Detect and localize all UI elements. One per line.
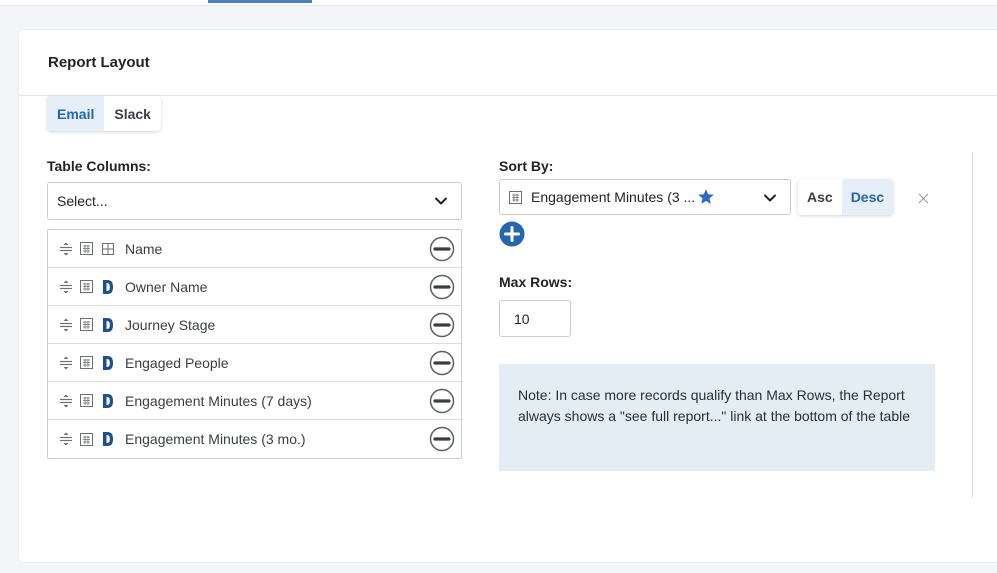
column-label: Engaged People <box>125 354 229 371</box>
remove-circle-icon[interactable] <box>429 350 455 376</box>
max-rows-value: 10 <box>514 310 530 327</box>
select-placeholder: Select... <box>57 193 108 209</box>
chevron-down-icon <box>435 197 447 205</box>
vertical-divider <box>972 152 973 498</box>
column-row-owner-name[interactable]: Owner Name <box>48 268 461 306</box>
sort-by-label: Sort By: <box>499 158 554 174</box>
sort-by-select[interactable]: Engagement Minutes (3 ... <box>499 179 791 215</box>
card-title: Report Layout <box>48 54 150 71</box>
add-sort-button[interactable] <box>499 221 525 247</box>
table-columns-label: Table Columns: <box>47 158 151 174</box>
drag-handle-icon[interactable] <box>59 432 73 446</box>
table-icon <box>509 190 522 204</box>
column-label: Owner Name <box>125 278 208 295</box>
top-tab-strip <box>0 0 997 6</box>
remove-circle-icon[interactable] <box>429 236 455 262</box>
column-row-name[interactable]: Name <box>48 230 461 268</box>
d-logo-icon <box>103 432 113 446</box>
column-label: Engagement Minutes (3 mo.) <box>125 431 306 447</box>
table-columns-select[interactable]: Select... <box>47 182 462 220</box>
slack-option[interactable]: Slack <box>104 96 161 131</box>
chevron-down-icon <box>764 194 776 202</box>
note-text: Note: In case more records qualify than … <box>518 387 911 424</box>
table-icon <box>80 394 93 407</box>
d-logo-icon <box>103 279 113 294</box>
remove-circle-icon[interactable] <box>429 312 455 338</box>
table-icon <box>80 280 93 293</box>
drag-handle-icon[interactable] <box>59 356 73 370</box>
table-icon <box>80 432 93 446</box>
table-columns-list: Name Owner Name Journey Stage Engaged Pe… <box>47 229 462 459</box>
clear-sort-icon[interactable] <box>918 193 929 204</box>
grid-icon <box>102 242 114 255</box>
asc-option[interactable]: Asc <box>798 179 842 215</box>
active-tab-indicator <box>208 0 312 3</box>
table-icon <box>80 242 93 255</box>
max-rows-input[interactable]: 10 <box>499 300 571 337</box>
drag-handle-icon[interactable] <box>59 394 73 408</box>
column-row-engagement-minutes-7-days[interactable]: Engagement Minutes (7 days) <box>48 382 461 420</box>
column-label: Engagement Minutes (7 days) <box>125 392 312 409</box>
column-label: Name <box>125 240 163 257</box>
remove-circle-icon[interactable] <box>429 426 455 452</box>
star-icon <box>698 189 715 204</box>
drag-handle-icon[interactable] <box>59 242 73 256</box>
d-logo-icon <box>103 317 113 332</box>
d-logo-icon <box>103 355 113 370</box>
column-row-journey-stage[interactable]: Journey Stage <box>48 306 461 344</box>
channel-toggle: Email Slack <box>47 96 161 131</box>
card-header: Report Layout <box>19 30 997 96</box>
drag-handle-icon[interactable] <box>59 318 73 332</box>
column-row-engagement-minutes-3-mo[interactable]: Engagement Minutes (3 mo.) <box>48 420 461 458</box>
max-rows-label: Max Rows: <box>499 274 573 290</box>
sort-by-value: Engagement Minutes (3 ... <box>531 189 696 205</box>
drag-handle-icon[interactable] <box>59 280 73 294</box>
table-icon <box>80 318 93 331</box>
d-logo-icon <box>103 393 113 408</box>
info-note: Note: In case more records qualify than … <box>499 364 935 471</box>
sort-order-toggle: Asc Desc <box>798 179 894 215</box>
remove-circle-icon[interactable] <box>429 274 455 300</box>
desc-option[interactable]: Desc <box>841 179 894 215</box>
email-option[interactable]: Email <box>47 96 105 131</box>
column-label: Journey Stage <box>125 316 216 333</box>
column-row-engaged-people[interactable]: Engaged People <box>48 344 461 382</box>
table-icon <box>80 356 93 369</box>
remove-circle-icon[interactable] <box>429 388 455 414</box>
